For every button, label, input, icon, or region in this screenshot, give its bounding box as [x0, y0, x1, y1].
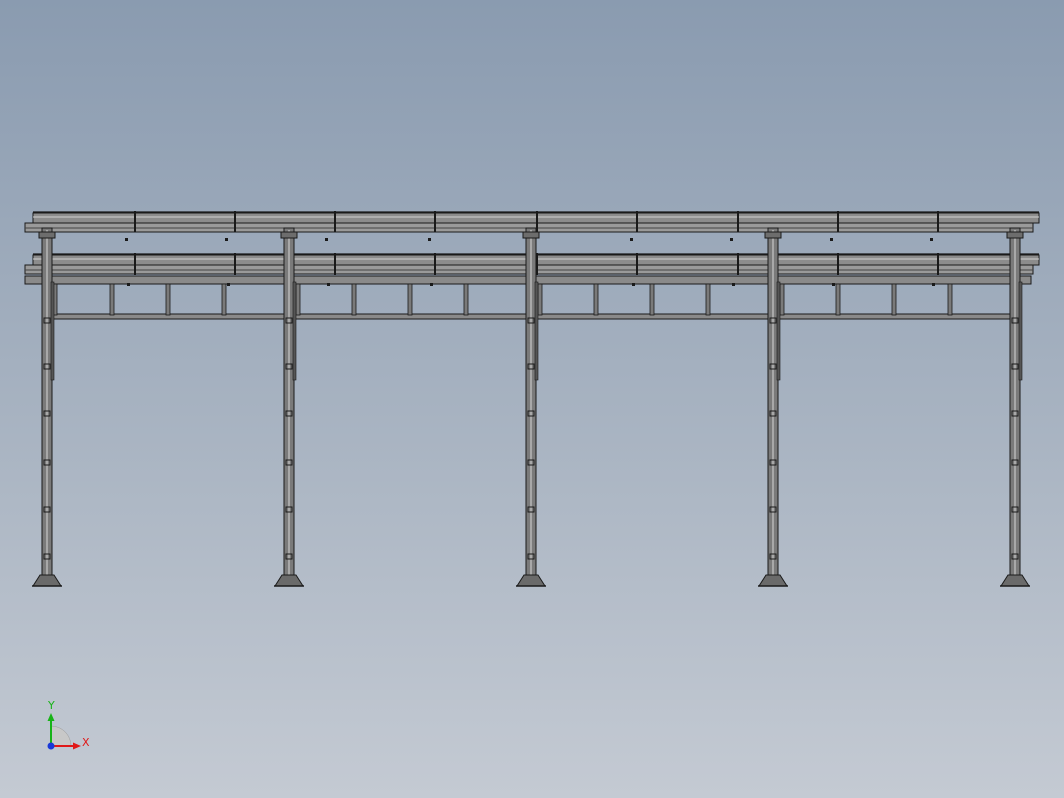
column-cap [280, 231, 298, 239]
truss-post-12 [779, 283, 785, 316]
truss-post-8 [537, 283, 543, 316]
y-axis-arrow-icon [47, 713, 55, 721]
bolt-upper-7 [830, 238, 833, 241]
bolt-upper-3 [428, 238, 431, 241]
column-bracket [1018, 281, 1023, 381]
truss-post-11 [705, 283, 711, 316]
truss-post-7 [463, 283, 469, 316]
bolt-lower-0 [127, 283, 130, 286]
triad-quadrant [50, 725, 72, 747]
guardrail-model[interactable] [0, 0, 1064, 798]
column-base-plate [758, 574, 788, 587]
truss-post-1 [109, 283, 115, 316]
x-axis-arrow-icon [73, 742, 81, 750]
bolt-upper-5 [630, 238, 633, 241]
column-cap [764, 231, 782, 239]
bolt-upper-6 [730, 238, 733, 241]
bolt-upper-8 [930, 238, 933, 241]
column-bracket [776, 281, 781, 381]
bolt-upper-0 [125, 238, 128, 241]
column-cap [1006, 231, 1024, 239]
truss-post-15 [947, 283, 953, 316]
truss-post-9 [593, 283, 599, 316]
axis-triad: Y X [38, 698, 100, 758]
column-cap [522, 231, 540, 239]
bolt-upper-1 [225, 238, 228, 241]
x-axis-label: X [82, 736, 90, 749]
truss-post-3 [221, 283, 227, 316]
column-bracket [292, 281, 297, 381]
truss-post-14 [891, 283, 897, 316]
bolt-lower-8 [932, 283, 935, 286]
column-base-plate [516, 574, 546, 587]
column-base-plate [32, 574, 62, 587]
cad-viewport[interactable]: Y X [0, 0, 1064, 798]
column-base-plate [1000, 574, 1030, 587]
truss-post-10 [649, 283, 655, 316]
truss-post-5 [351, 283, 357, 316]
truss-post-2 [165, 283, 171, 316]
y-axis-label: Y [48, 699, 55, 712]
column-base-plate [274, 574, 304, 587]
truss-post-4 [295, 283, 301, 316]
column-bracket [50, 281, 55, 381]
bolt-upper-2 [325, 238, 328, 241]
bolt-lower-3 [430, 283, 433, 286]
z-axis-dot-icon [47, 742, 55, 750]
bolt-lower-6 [732, 283, 735, 286]
bolt-lower-2 [327, 283, 330, 286]
column-cap [38, 231, 56, 239]
truss-post-13 [835, 283, 841, 316]
bolt-lower-5 [632, 283, 635, 286]
column-bracket [534, 281, 539, 381]
truss-post-6 [407, 283, 413, 316]
bolt-lower-7 [832, 283, 835, 286]
bolt-lower-1 [227, 283, 230, 286]
